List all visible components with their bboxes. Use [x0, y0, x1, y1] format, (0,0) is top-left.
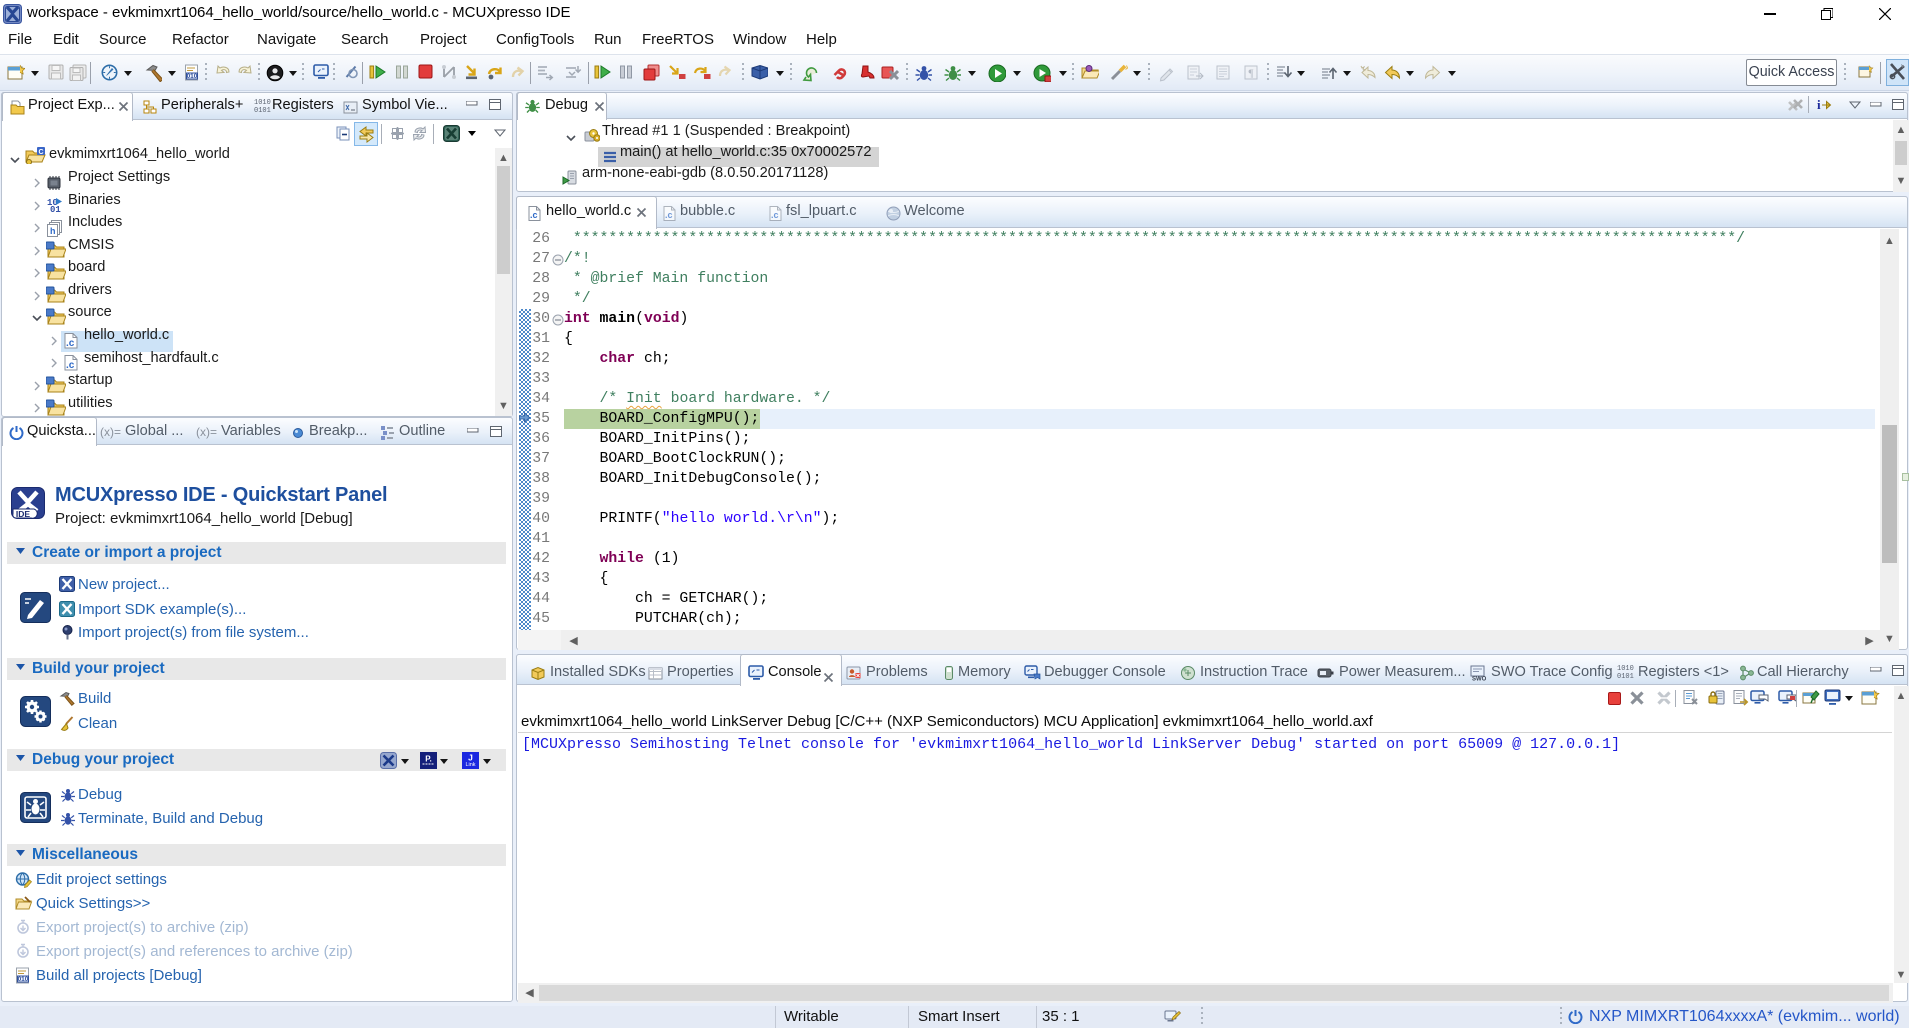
svg-text:010: 010: [18, 976, 29, 983]
svg-text:.c: .c: [530, 210, 538, 220]
svg-text:i: i: [1817, 97, 1821, 112]
svg-text:.c: .c: [66, 360, 75, 371]
svg-text:.c: .c: [665, 210, 673, 220]
svg-text:J: J: [468, 753, 473, 763]
svg-text:Link: Link: [465, 762, 475, 768]
svg-text:.c: .c: [771, 210, 779, 220]
svg-text:01: 01: [50, 205, 61, 214]
svg-text:010: 010: [187, 73, 198, 80]
svg-text:IDE: IDE: [16, 509, 31, 519]
svg-text:SWO: SWO: [1472, 677, 1487, 682]
svg-text:P.: P.: [425, 755, 432, 764]
svg-text:C: C: [38, 149, 43, 156]
svg-text:.c: .c: [66, 338, 75, 349]
svg-text:¶: ¶: [1249, 68, 1254, 80]
svg-text:h: h: [50, 226, 56, 236]
